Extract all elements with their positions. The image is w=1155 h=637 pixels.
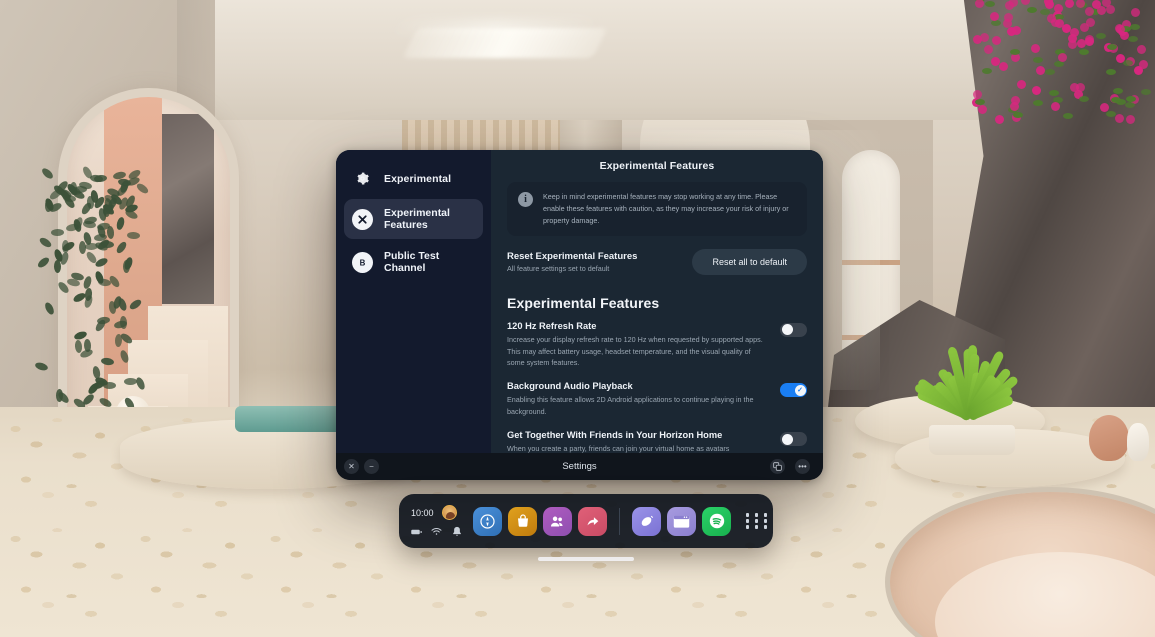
reset-row: Reset Experimental Features All feature … [507, 249, 807, 275]
page-title: Experimental Features [507, 160, 807, 172]
layers-icon[interactable] [770, 459, 785, 474]
olive-tree [50, 168, 160, 418]
window-bar: ✕ − Settings ••• [336, 453, 823, 480]
white-vase [1127, 423, 1149, 461]
people-app-button[interactable] [543, 507, 572, 536]
settings-content: Experimental Features i Keep in mind exp… [491, 150, 823, 453]
feature-description: Enabling this feature allows 2D Android … [507, 394, 766, 418]
ceiling-light [403, 28, 608, 58]
vr-taskbar: 10:00 [399, 494, 773, 548]
oculus-app-button[interactable] [632, 507, 661, 536]
sharing-app-button[interactable] [578, 507, 607, 536]
feature-description: When you create a party, friends can joi… [507, 443, 729, 453]
sidebar-item-public-test-channel[interactable]: B Public Test Channel [344, 242, 483, 282]
info-icon: i [518, 192, 533, 207]
reset-text-group: Reset Experimental Features All feature … [507, 251, 637, 273]
spotify-app-button[interactable] [702, 507, 731, 536]
clock-label: 10:00 [411, 508, 434, 518]
fern-plant [910, 337, 1030, 432]
feature-row: Get Together With Friends in Your Horizo… [507, 430, 807, 453]
toggle-120hz-refresh-rate[interactable] [780, 323, 807, 337]
reset-subtitle: All feature settings set to default [507, 264, 637, 273]
settings-sidebar: Experimental Experimental Features B Pub… [336, 150, 491, 453]
feature-name: Get Together With Friends in Your Horizo… [507, 430, 729, 440]
sidebar-item-label: Experimental Features [384, 207, 477, 231]
experimental-x-icon [352, 209, 373, 230]
reset-title: Reset Experimental Features [507, 251, 637, 262]
svg-text:B: B [360, 258, 366, 267]
home-indicator-bar [538, 557, 634, 561]
settings-body: Experimental Experimental Features B Pub… [336, 150, 823, 453]
shelf [842, 260, 900, 265]
reset-all-to-default-button[interactable]: Reset all to default [692, 249, 807, 275]
bougainvillea-flowers [967, 0, 1147, 126]
feature-text-group: Background Audio Playback Enabling this … [507, 381, 766, 418]
feature-description: Increase your display refresh rate to 12… [507, 334, 766, 370]
minimize-icon[interactable]: − [364, 459, 379, 474]
settings-window: Experimental Experimental Features B Pub… [336, 150, 823, 480]
sidebar-header: Experimental [344, 162, 483, 199]
window-title: Settings [336, 461, 823, 472]
sidebar-item-experimental-features[interactable]: Experimental Features [344, 199, 483, 239]
toggle-background-audio-playback[interactable]: ✓ [780, 383, 807, 397]
section-heading: Experimental Features [507, 295, 807, 311]
feature-text-group: Get Together With Friends in Your Horizo… [507, 430, 729, 453]
window-bar-right: ••• [770, 459, 815, 474]
feature-text-group: 120 Hz Refresh Rate Increase your displa… [507, 321, 766, 370]
bell-icon [451, 526, 462, 537]
browser-app-button[interactable] [667, 507, 696, 536]
store-app-button[interactable] [508, 507, 537, 536]
battery-icon [411, 526, 422, 537]
taskbar-status-icons [411, 526, 473, 537]
taskbar-time-row: 10:00 [411, 505, 473, 520]
gear-icon [352, 168, 373, 189]
app-library-grid-button[interactable] [746, 509, 770, 533]
taskbar-app-icons [473, 507, 770, 536]
feature-name: 120 Hz Refresh Rate [507, 321, 766, 331]
info-banner-text: Keep in mind experimental features may s… [543, 191, 796, 227]
info-banner: i Keep in mind experimental features may… [507, 182, 807, 236]
beta-b-icon: B [352, 252, 373, 273]
taskbar-status-group: 10:00 [411, 505, 473, 537]
close-icon[interactable]: ✕ [344, 459, 359, 474]
avatar[interactable] [442, 505, 457, 520]
more-options-icon[interactable]: ••• [795, 459, 810, 474]
terracotta-vase [1089, 415, 1129, 461]
feature-row: Background Audio Playback Enabling this … [507, 381, 807, 418]
explore-app-button[interactable] [473, 507, 502, 536]
sidebar-header-label: Experimental [384, 173, 451, 185]
taskbar-divider [619, 508, 620, 535]
feature-name: Background Audio Playback [507, 381, 766, 391]
toggle-get-together-with-friends[interactable] [780, 432, 807, 446]
sidebar-item-label: Public Test Channel [384, 250, 477, 274]
wifi-icon [431, 526, 442, 537]
feature-row: 120 Hz Refresh Rate Increase your displa… [507, 321, 807, 370]
